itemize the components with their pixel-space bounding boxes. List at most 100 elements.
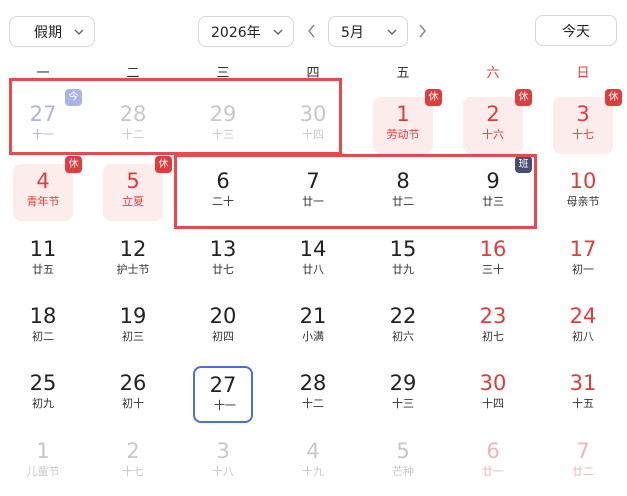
lunar-label: 廿三	[482, 195, 504, 208]
calendar-day-cell[interactable]: 10 母亲节	[553, 164, 613, 221]
lunar-label: 初一	[572, 263, 594, 276]
lunar-label: 二十	[212, 195, 234, 208]
lunar-label: 小满	[302, 330, 324, 343]
day-number: 31	[569, 371, 597, 395]
lunar-label: 母亲节	[566, 195, 600, 208]
calendar-day-cell[interactable]: 27 十一 今	[13, 89, 82, 154]
calendar-day-cell[interactable]: 5 芒种	[373, 434, 433, 491]
calendar-day-cell[interactable]: 19 初三	[103, 299, 163, 356]
lunar-label: 廿八	[302, 263, 324, 276]
lunar-label: 十一	[214, 399, 236, 412]
calendar-day-cell[interactable]: 8 廿二	[373, 164, 433, 221]
calendar-day-cell[interactable]: 3 十七 休	[553, 89, 622, 154]
day-number: 19	[119, 304, 147, 328]
calendar-day-cell[interactable]: 2 十六 休	[463, 89, 532, 154]
calendar-day-cell[interactable]: 14 廿八	[283, 232, 343, 289]
lunar-label: 十一	[32, 128, 54, 141]
day-number: 28	[299, 371, 327, 395]
day-number: 20	[209, 304, 237, 328]
calendar-day-cell[interactable]: 29 十三	[373, 366, 433, 423]
calendar-day-cell[interactable]: 28 十二	[283, 366, 343, 423]
lunar-label: 十三	[212, 128, 234, 141]
calendar-day-cell[interactable]: 28 十二	[103, 97, 163, 154]
calendar-day-cell[interactable]: 4 青年节 休	[13, 156, 82, 221]
calendar-day-cell[interactable]: 6 廿一	[463, 434, 523, 491]
calendar-day-cell[interactable]: 23 初七	[463, 299, 523, 356]
lunar-label: 芒种	[392, 465, 414, 478]
lunar-label: 初七	[482, 330, 504, 343]
calendar-day-cell[interactable]: 18 初二	[13, 299, 73, 356]
calendar-day-cell[interactable]: 13 廿七	[193, 232, 253, 289]
day-number: 7	[576, 439, 590, 463]
lunar-label: 十七	[122, 465, 144, 478]
lunar-label: 廿九	[392, 263, 414, 276]
calendar-day-cell[interactable]: 5 立夏 休	[103, 156, 172, 221]
calendar-day-cell[interactable]: 11 廿五	[13, 232, 73, 289]
calendar-day-cell[interactable]: 16 三十	[463, 232, 523, 289]
day-number: 3	[216, 439, 230, 463]
calendar-day-cell[interactable]: 21 小满	[283, 299, 343, 356]
day-number: 29	[209, 102, 237, 126]
lunar-label: 十七	[572, 128, 594, 141]
calendar-day-cell[interactable]: 29 十三	[193, 97, 253, 154]
lunar-label: 廿七	[212, 263, 234, 276]
calendar-day-cell[interactable]: 30 十四	[463, 366, 523, 423]
calendar-day-cell[interactable]: 25 初九	[13, 366, 73, 423]
day-number: 29	[389, 371, 417, 395]
lunar-label: 十五	[572, 397, 594, 410]
day-number: 25	[29, 371, 57, 395]
lunar-label: 初十	[122, 397, 144, 410]
day-number: 6	[486, 439, 500, 463]
calendar-day-cell[interactable]: 30 十四	[283, 97, 343, 154]
day-number: 7	[306, 169, 320, 193]
day-number: 15	[389, 237, 417, 261]
lunar-label: 三十	[482, 263, 504, 276]
day-number: 27	[209, 373, 237, 397]
day-number: 17	[569, 237, 597, 261]
calendar-day-cell[interactable]: 24 初八	[553, 299, 613, 356]
day-number: 5	[396, 439, 410, 463]
lunar-label: 劳动节	[386, 128, 420, 141]
rest-badge: 休	[605, 89, 622, 106]
calendar-day-cell[interactable]: 2 十七	[103, 434, 163, 491]
calendar-day-cell[interactable]: 7 廿二	[553, 434, 613, 491]
lunar-label: 十二	[302, 397, 324, 410]
day-number: 1	[36, 439, 50, 463]
calendar-day-cell[interactable]: 31 十五	[553, 366, 613, 423]
day-number: 2	[126, 439, 140, 463]
lunar-label: 儿童节	[26, 465, 60, 478]
calendar-day-cell[interactable]: 4 十九	[283, 434, 343, 491]
day-number: 6	[216, 169, 230, 193]
calendar-day-cell[interactable]: 3 十八	[193, 434, 253, 491]
day-number: 30	[299, 102, 327, 126]
lunar-label: 廿五	[32, 263, 54, 276]
day-number: 30	[479, 371, 507, 395]
calendar-day-cell[interactable]: 12 护士节	[103, 232, 163, 289]
lunar-label: 立夏	[122, 195, 144, 208]
calendar-day-cell[interactable]: 1 劳动节 休	[373, 89, 442, 154]
day-number: 26	[119, 371, 147, 395]
lunar-label: 廿一	[302, 195, 324, 208]
day-number: 4	[36, 169, 50, 193]
day-number: 12	[119, 237, 147, 261]
calendar-day-cell[interactable]: 27 十一	[193, 366, 253, 423]
calendar-day-cell[interactable]: 22 初六	[373, 299, 433, 356]
calendar-day-cell[interactable]: 7 廿一	[283, 164, 343, 221]
lunar-label: 护士节	[116, 263, 150, 276]
calendar-day-cell[interactable]: 26 初十	[103, 366, 163, 423]
day-number: 27	[29, 102, 57, 126]
lunar-label: 初二	[32, 330, 54, 343]
calendar-day-cell[interactable]: 15 廿九	[373, 232, 433, 289]
calendar-day-cell[interactable]: 9 廿三 班	[463, 156, 532, 221]
calendar-day-cell[interactable]: 17 初一	[553, 232, 613, 289]
calendar-day-cell[interactable]: 20 初四	[193, 299, 253, 356]
lunar-label: 初四	[212, 330, 234, 343]
calendar-day-cell[interactable]: 6 二十	[193, 164, 253, 221]
day-number: 11	[29, 237, 57, 261]
calendar-day-cell[interactable]: 1 儿童节	[13, 434, 73, 491]
workday-badge: 班	[515, 156, 532, 173]
day-number: 3	[576, 102, 590, 126]
day-number: 28	[119, 102, 147, 126]
lunar-label: 廿二	[572, 465, 594, 478]
day-number: 5	[126, 169, 140, 193]
